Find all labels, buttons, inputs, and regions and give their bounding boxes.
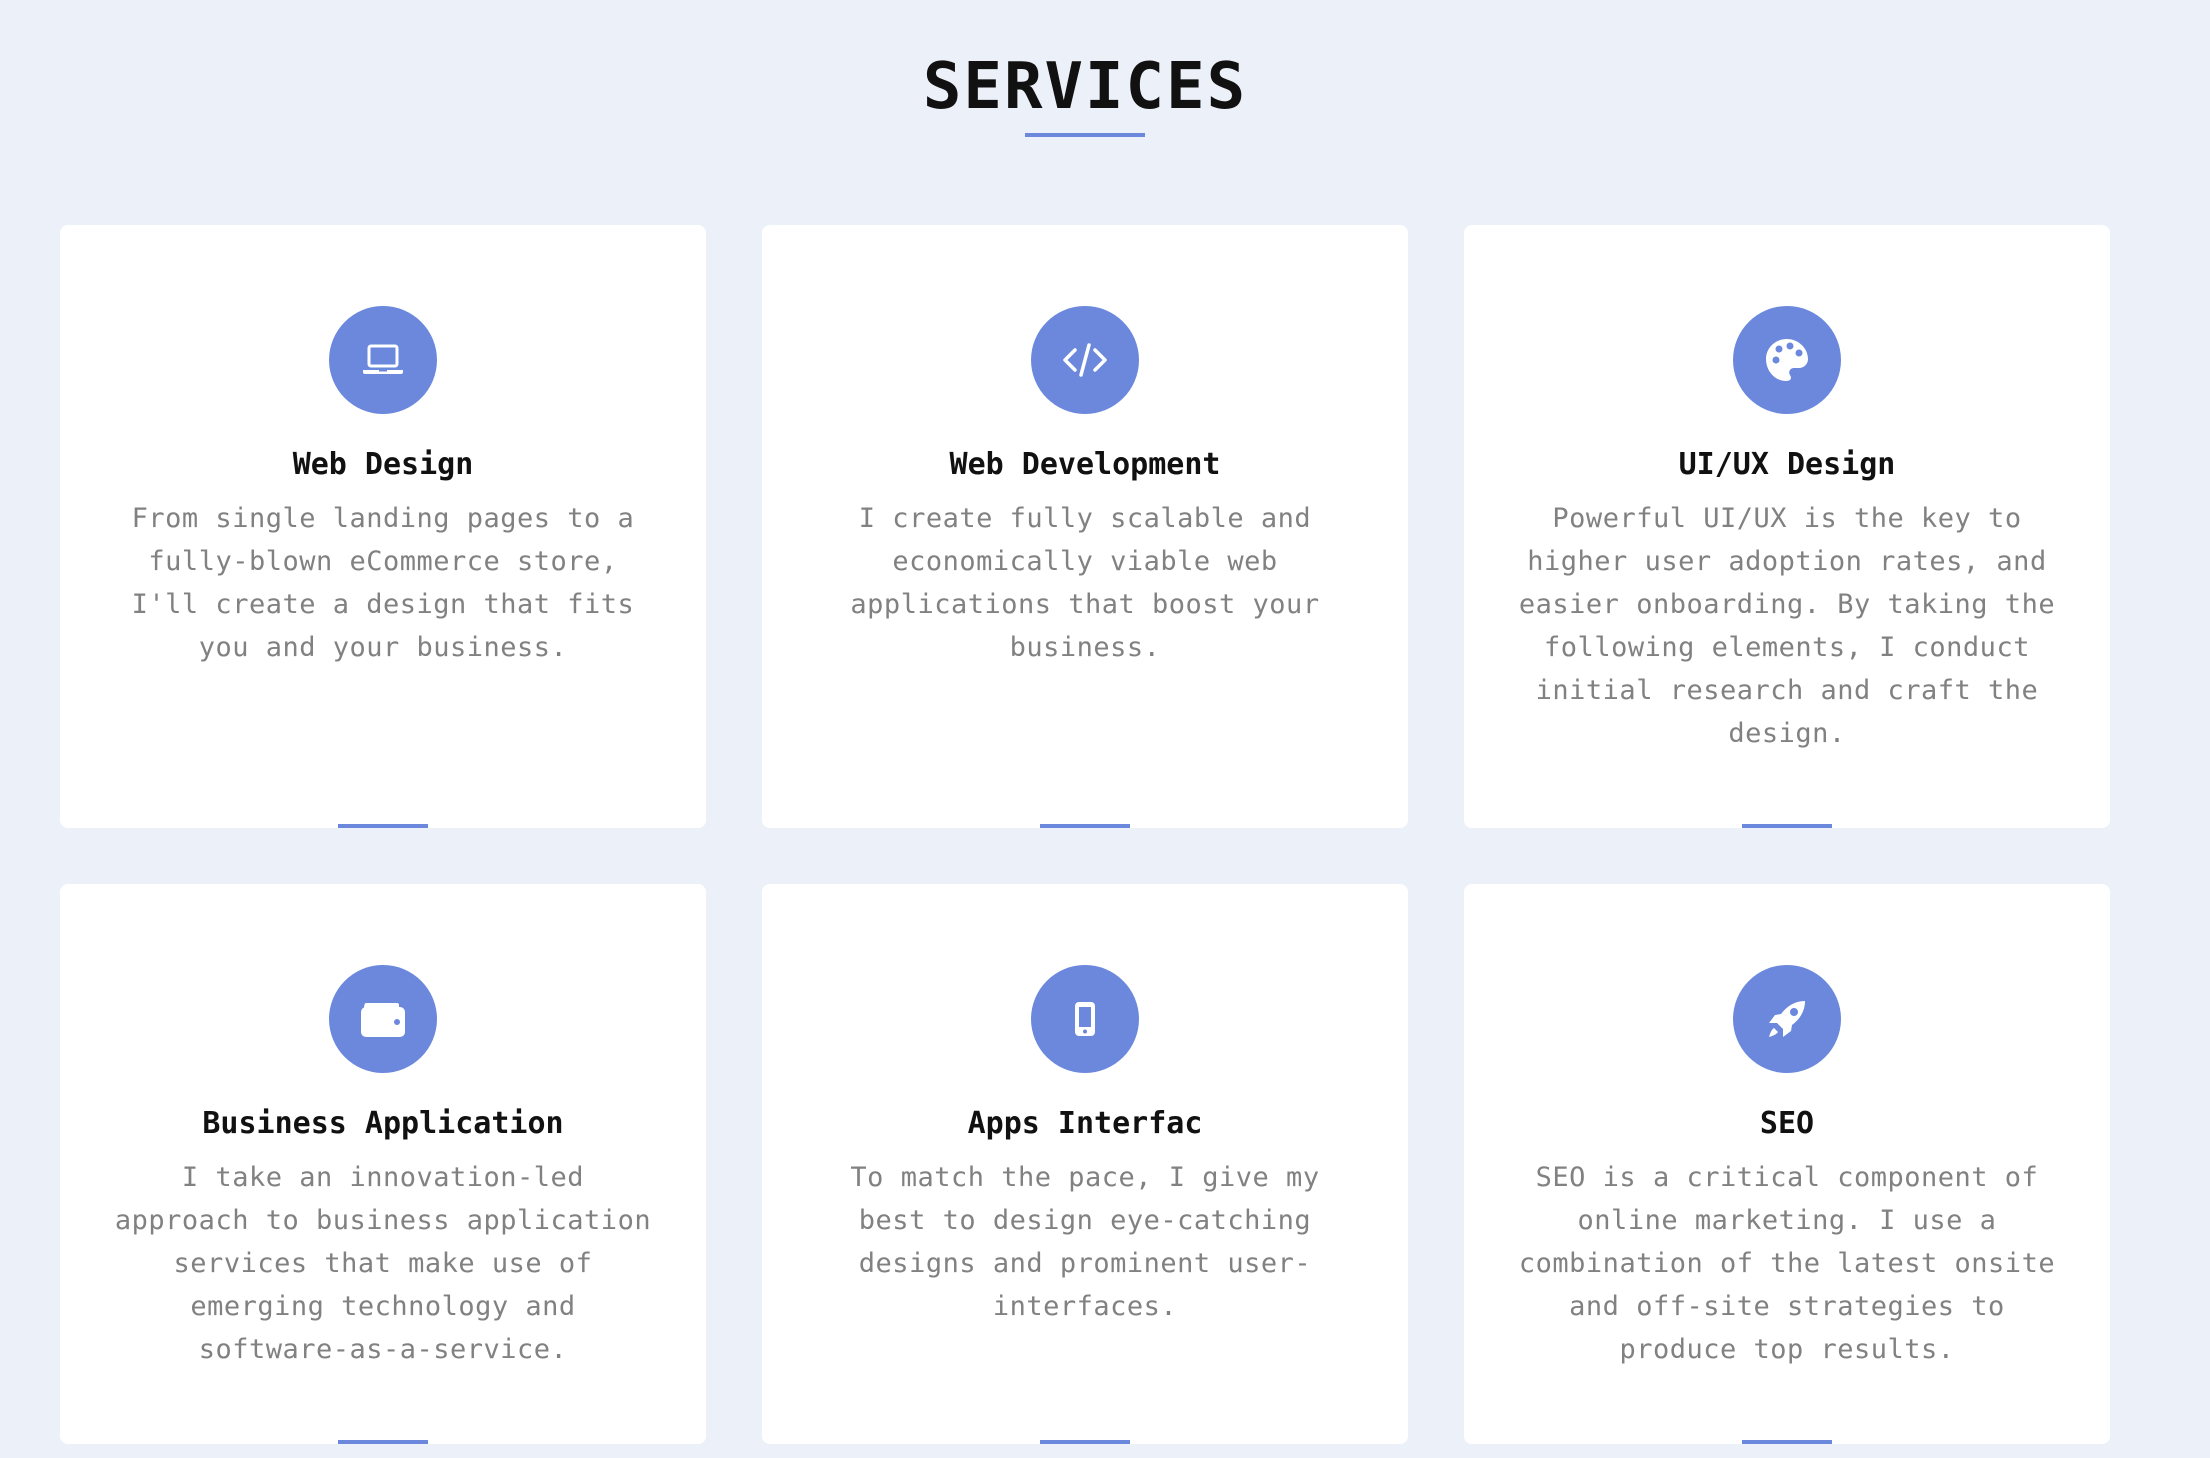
services-section: SERVICES Web Design From single landing … (0, 0, 2210, 1458)
card-accent-bar (1040, 1440, 1130, 1444)
card-accent-bar (338, 1440, 428, 1444)
laptop-icon (329, 306, 437, 414)
service-card-business-application: Business Application I take an innovatio… (60, 884, 706, 1444)
service-card-seo: SEO SEO is a critical component of onlin… (1464, 884, 2110, 1444)
rocket-icon (1733, 965, 1841, 1073)
service-title: Apps Interfac (967, 1106, 1203, 1141)
section-title: SERVICES (922, 50, 1248, 124)
title-underline (1025, 133, 1145, 137)
palette-icon (1733, 306, 1841, 414)
service-title: SEO (1759, 1106, 1815, 1141)
card-accent-bar (1742, 1440, 1832, 1444)
service-description: I create fully scalable and economically… (850, 503, 1320, 663)
wallet-icon (329, 965, 437, 1073)
service-card-web-development: Web Development I create fully scalable … (762, 225, 1408, 828)
card-accent-bar (1040, 824, 1130, 828)
code-icon (1031, 306, 1139, 414)
card-accent-bar (338, 824, 428, 828)
service-card-ui-ux-design: UI/UX Design Powerful UI/UX is the key t… (1464, 225, 2110, 828)
service-title: Web Development (949, 447, 1221, 482)
card-accent-bar (1742, 824, 1832, 828)
service-title: UI/UX Design (1678, 447, 1896, 482)
service-title: Business Application (202, 1106, 564, 1141)
service-description: From single landing pages to a fully-blo… (131, 503, 635, 663)
service-description: I take an innovation-led approach to bus… (114, 1162, 652, 1365)
service-title: Web Design (292, 447, 474, 482)
service-card-web-design: Web Design From single landing pages to … (60, 225, 706, 828)
service-description: Powerful UI/UX is the key to higher user… (1518, 503, 2056, 749)
service-description: To match the pace, I give my best to des… (850, 1162, 1320, 1322)
service-description: SEO is a critical component of online ma… (1518, 1162, 2056, 1365)
mobile-icon (1031, 965, 1139, 1073)
service-card-apps-interface: Apps Interfac To match the pace, I give … (762, 884, 1408, 1444)
